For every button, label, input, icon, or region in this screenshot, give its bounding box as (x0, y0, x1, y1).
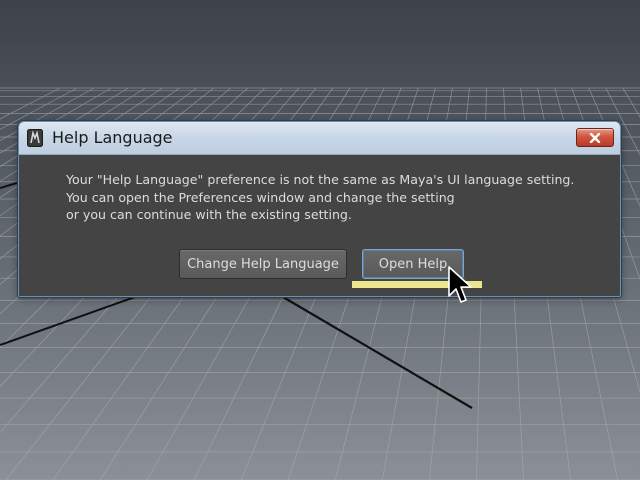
dialog-titlebar[interactable]: Help Language (19, 122, 620, 155)
close-button[interactable] (576, 128, 614, 147)
dialog-message: Your "Help Language" preference is not t… (66, 171, 606, 224)
message-line-2: You can open the Preferences window and … (66, 189, 455, 205)
axis-line-x-upper (0, 181, 21, 189)
help-language-dialog: Help Language Your "Help Language" prefe… (18, 121, 621, 297)
maya-app-icon (27, 129, 43, 147)
message-line-3: or you can continue with the existing se… (66, 207, 352, 222)
dialog-body: Your "Help Language" preference is not t… (22, 155, 617, 293)
message-line-1: Your "Help Language" preference is not t… (66, 172, 575, 187)
close-icon (589, 132, 601, 143)
mouse-cursor-icon (448, 266, 472, 303)
axis-line-x (0, 296, 136, 346)
change-help-language-button[interactable]: Change Help Language (179, 249, 347, 279)
dialog-title: Help Language (52, 128, 173, 147)
